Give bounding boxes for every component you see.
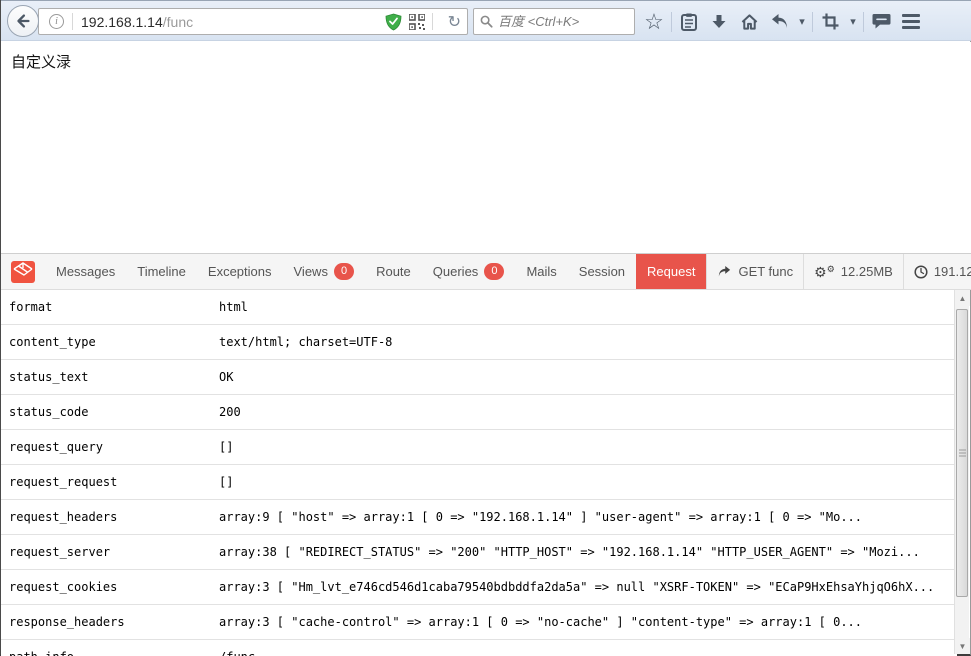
- row-value: html: [219, 300, 248, 314]
- row-value: 200: [219, 405, 241, 419]
- row-key: path_info: [9, 650, 74, 656]
- search-icon: [480, 15, 493, 28]
- tab-session[interactable]: Session: [568, 254, 636, 289]
- bookmarks-menu-icon[interactable]: [674, 7, 704, 37]
- views-count-badge: 0: [334, 263, 354, 280]
- table-row: request_headers array:9 [ "host" => array…: [1, 500, 957, 535]
- scrollbar-grip: [959, 448, 966, 459]
- home-icon[interactable]: [734, 7, 764, 37]
- status-memory: ⚙⚙ 12.25MB: [803, 254, 903, 289]
- tab-route[interactable]: Route: [365, 254, 422, 289]
- tab-timeline[interactable]: Timeline: [126, 254, 197, 289]
- debugbar-tabs: Messages Timeline Exceptions Views0 Rout…: [45, 254, 706, 289]
- reload-icon[interactable]: ↻: [448, 12, 461, 32]
- row-value: []: [219, 475, 233, 489]
- row-key: request_request: [9, 475, 117, 489]
- search-input[interactable]: [498, 14, 618, 29]
- row-value: OK: [219, 370, 233, 384]
- row-value: array:3 [ "cache-control" => array:1 [ 0…: [219, 615, 862, 629]
- row-key: content_type: [9, 335, 96, 349]
- table-row: content_type text/html; charset=UTF-8: [1, 325, 957, 360]
- tab-messages[interactable]: Messages: [45, 254, 126, 289]
- clock-icon: [914, 265, 928, 279]
- back-button[interactable]: [7, 5, 39, 37]
- url-divider: [72, 13, 73, 30]
- row-key: status_code: [9, 405, 88, 419]
- row-value: array:3 [ "Hm_lvt_e746cd546d1caba79540bd…: [219, 580, 934, 594]
- bookmark-star-icon[interactable]: ☆: [639, 7, 669, 37]
- undo-icon[interactable]: [764, 7, 794, 37]
- row-key: status_text: [9, 370, 88, 384]
- row-key: format: [9, 300, 52, 314]
- tab-exceptions[interactable]: Exceptions: [197, 254, 283, 289]
- menu-hamburger-icon[interactable]: [896, 7, 926, 37]
- row-value: /func: [219, 650, 255, 656]
- table-row: request_query []: [1, 430, 957, 465]
- tab-views[interactable]: Views0: [283, 254, 366, 289]
- toolbar-divider: [812, 12, 813, 32]
- search-box[interactable]: [473, 8, 635, 35]
- downloads-icon[interactable]: [704, 7, 734, 37]
- page-text: 自定义渌: [11, 51, 71, 72]
- scroll-up-arrow-icon[interactable]: ▲: [955, 290, 970, 306]
- request-details-table: format html content_type text/html; charse…: [1, 290, 957, 656]
- laravel-logo[interactable]: [1, 254, 45, 289]
- row-key: request_server: [9, 545, 110, 559]
- status-route: GET func: [706, 254, 803, 289]
- tab-mails[interactable]: Mails: [515, 254, 567, 289]
- url-bar[interactable]: i 192.168.1.14/func ↻: [38, 8, 468, 35]
- share-arrow-icon: [717, 266, 732, 278]
- browser-toolbar: i 192.168.1.14/func ↻ ☆: [1, 0, 971, 41]
- row-value: array:9 [ "host" => array:1 [ 0 => "192.…: [219, 510, 862, 524]
- gears-icon: ⚙⚙: [814, 265, 835, 279]
- crop-tool-icon[interactable]: [815, 7, 845, 37]
- debugbar-header: Messages Timeline Exceptions Views0 Rout…: [1, 253, 971, 290]
- crop-dropdown-caret-icon[interactable]: ▾: [845, 7, 861, 37]
- toolbar-divider: [671, 12, 672, 32]
- url-text: 192.168.1.14/func: [81, 14, 193, 30]
- back-arrow-icon: [14, 12, 32, 30]
- queries-count-badge: 0: [484, 263, 504, 280]
- status-time: 191.12ms: [903, 254, 971, 289]
- row-value: text/html; charset=UTF-8: [219, 335, 392, 349]
- row-key: request_query: [9, 440, 103, 454]
- page-content: 自定义渌: [1, 42, 971, 253]
- row-key: response_headers: [9, 615, 125, 629]
- table-row: request_cookies array:3 [ "Hm_lvt_e746cd5…: [1, 570, 957, 605]
- table-row: path_info/func: [1, 640, 957, 656]
- tab-request[interactable]: Request: [636, 254, 706, 289]
- table-row: format html: [1, 290, 957, 325]
- url-divider: [432, 13, 433, 30]
- scrollbar-thumb[interactable]: [956, 309, 968, 597]
- shield-icon[interactable]: [385, 13, 402, 31]
- table-row: status_code 200: [1, 395, 957, 430]
- table-row: status_text OK: [1, 360, 957, 395]
- row-value: array:38 [ "REDIRECT_STATUS" => "200" "H…: [219, 545, 920, 559]
- undo-dropdown-caret-icon[interactable]: ▾: [794, 7, 810, 37]
- table-row: request_server array:38 [ "REDIRECT_STATU…: [1, 535, 957, 570]
- chat-icon[interactable]: [866, 7, 896, 37]
- table-row: response_headers array:3 [ "cache-control…: [1, 605, 957, 640]
- table-row: request_request []: [1, 465, 957, 500]
- site-info-icon[interactable]: i: [49, 14, 64, 29]
- qr-code-icon[interactable]: [409, 14, 425, 30]
- scroll-down-arrow-icon[interactable]: ▼: [955, 638, 970, 654]
- tab-queries[interactable]: Queries0: [422, 254, 516, 289]
- toolbar-divider: [863, 12, 864, 32]
- row-value: []: [219, 440, 233, 454]
- row-key: request_cookies: [9, 580, 117, 594]
- row-key: request_headers: [9, 510, 117, 524]
- debugbar-scrollbar[interactable]: ▲ ▼: [954, 290, 969, 654]
- toolbar-buttons: ☆ ▾: [639, 1, 926, 42]
